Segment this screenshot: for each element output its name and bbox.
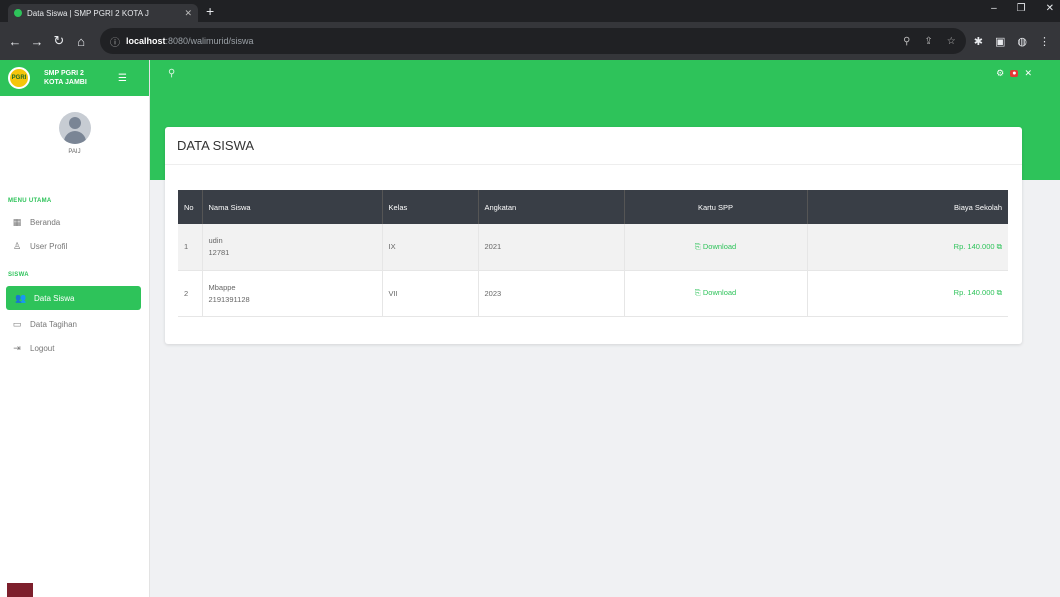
grid-icon: ▦ [12,216,22,227]
user-icon: ♙ [12,240,22,251]
sidebar-item-logout[interactable]: ⇥ Logout [0,336,149,360]
browser-tab[interactable]: Data Siswa | SMP PGRI 2 KOTA J ✕ [8,4,198,22]
address-bar: ← → ↻ ⌂ ⓘ localhost :8080/walimurid/sisw… [0,22,1060,60]
share-icon[interactable]: ⇪ [924,36,932,47]
sidebar-item-label: User Profil [30,241,68,251]
download-icon[interactable]: ⎘ [695,288,701,297]
bookmark-star-icon[interactable]: ☆ [947,36,956,47]
profile-name: PAIJ [68,149,81,155]
brand-line1: SMP PGRI 2 [44,70,84,77]
new-tab-button[interactable]: + [206,3,214,19]
cell-nis: 12781 [208,248,230,258]
header-angkatan: Angkatan [478,190,625,224]
fullscreen-icon[interactable]: ✕ [1024,68,1032,79]
url-host: localhost [126,36,166,46]
taskbar-app-icon[interactable] [7,583,33,597]
school-logo: PGRI [8,67,30,89]
cell-angkatan: 2021 [478,224,625,270]
close-window-icon[interactable]: ✕ [1046,3,1054,14]
maximize-icon[interactable]: ❐ [1017,3,1026,14]
browser-menu-icon[interactable]: ⋮ [1039,35,1050,48]
search-icon[interactable]: ⚲ [168,68,175,79]
profile-icon[interactable]: ◍ [1017,35,1027,48]
reload-icon[interactable]: ↻ [48,33,70,49]
sidebar-item-label: Logout [30,343,55,353]
sidebar-item-label: Data Siswa [34,293,75,303]
page-title: DATA SISWA [165,127,1022,165]
cell-name: udin [208,236,223,246]
cell-no: 2 [178,270,203,316]
settings-icon[interactable]: ⚙ [996,68,1004,79]
url-input[interactable]: ⓘ localhost :8080/walimurid/siswa ⚲ ⇪ ☆ [100,28,966,54]
section-siswa: SISWA [8,272,29,278]
favicon-icon [14,9,22,17]
split-view-icon[interactable]: ▣ [995,35,1005,48]
data-siswa-card: DATA SISWA No Nama Siswa Kelas Angkatan … [165,127,1022,344]
table-row: 1 udin 12781 IX 2021 ⎘ Download Rp. 140.… [178,224,1008,270]
biaya-link[interactable]: Rp. 140.000 [954,242,995,251]
url-path: :8080/walimurid/siswa [165,36,254,46]
section-menu-utama: MENU UTAMA [8,198,52,204]
sidebar-item-user-profil[interactable]: ♙ User Profil [0,234,149,258]
download-spp-link[interactable]: Download [703,242,736,251]
users-icon: 👥 [15,292,27,303]
table-header-row: No Nama Siswa Kelas Angkatan Kartu SPP B… [178,190,1008,224]
cell-no: 1 [178,224,203,270]
header-nama-siswa: Nama Siswa [202,190,383,224]
minimize-icon[interactable]: – [991,3,997,14]
cell-kelas: VII [382,270,479,316]
sidebar-item-label: Beranda [30,217,61,227]
window-controls: – ❐ ✕ [991,3,1054,14]
avatar [58,112,91,144]
info-icon[interactable]: ⓘ [110,34,120,49]
sidebar-item-beranda[interactable]: ▦ Beranda [0,210,149,234]
cell-nis: 2191391128 [208,294,250,304]
header-no: No [178,190,203,224]
external-link-icon[interactable]: ⧉ [997,242,1002,251]
home-icon[interactable]: ⌂ [70,34,92,49]
menu-toggle-icon[interactable]: ☰ [118,73,127,84]
sidebar-item-label: Data Tagihan [30,319,77,329]
sidebar: PGRI SMP PGRI 2 KOTA JAMBI ☰ PAIJ MENU U… [0,60,150,597]
header-kelas: Kelas [382,190,479,224]
brand-line2: KOTA JAMBI [44,79,87,86]
external-link-icon[interactable]: ⧉ [997,288,1002,297]
table-row: 2 Mbappe 2191391128 VII 2023 ⎘ Download … [178,270,1008,316]
cell-name: Mbappe [208,282,236,292]
header-kartu-spp: Kartu SPP [624,190,808,224]
siswa-table: No Nama Siswa Kelas Angkatan Kartu SPP B… [178,190,1008,317]
back-icon[interactable]: ← [4,34,26,49]
calendar-icon: ▭ [12,318,22,329]
brand: PGRI SMP PGRI 2 KOTA JAMBI ☰ [0,60,149,96]
zoom-icon[interactable]: ⚲ [903,36,910,47]
tab-close-icon[interactable]: ✕ [184,8,192,19]
sidebar-item-data-tagihan[interactable]: ▭ Data Tagihan [0,312,149,336]
tab-title: Data Siswa | SMP PGRI 2 KOTA J [27,8,149,18]
download-spp-link[interactable]: Download [703,288,736,297]
header-biaya-sekolah: Biaya Sekolah [954,202,1002,212]
profile: PAIJ [0,96,149,192]
sidebar-item-data-siswa[interactable]: 👥 Data Siswa [6,286,141,310]
forward-icon[interactable]: → [26,34,48,49]
download-icon[interactable]: ⎘ [695,242,701,251]
notification-badge[interactable]: ● [1010,70,1019,77]
extensions-icon[interactable]: ✱ [974,35,983,48]
biaya-link[interactable]: Rp. 140.000 [954,288,995,297]
browser-tab-bar: Data Siswa | SMP PGRI 2 KOTA J ✕ + – ❐ ✕ [0,0,1060,22]
cell-kelas: IX [382,224,479,270]
cell-angkatan: 2023 [478,270,625,316]
logout-icon: ⇥ [13,342,21,353]
